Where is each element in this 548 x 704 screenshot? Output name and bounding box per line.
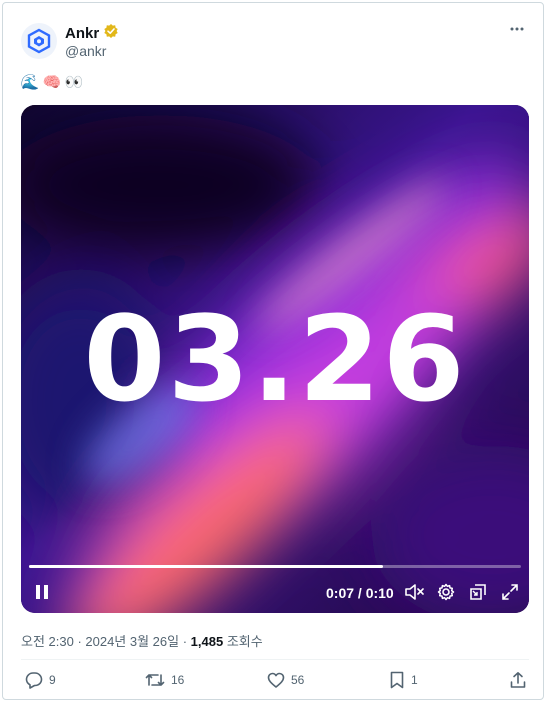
reply-count: 9 (49, 673, 56, 687)
wave-emoji: 🌊 (20, 74, 40, 91)
like-button[interactable]: 56 (267, 671, 304, 689)
picture-in-picture-icon[interactable] (467, 581, 489, 603)
pause-icon[interactable] (33, 581, 51, 603)
retweet-count: 16 (171, 673, 185, 687)
retweet-button[interactable]: 16 (145, 671, 184, 689)
bookmark-count: 1 (411, 673, 418, 687)
video-progress-fill (29, 565, 384, 568)
brain-emoji: 🧠 (42, 74, 62, 91)
reply-button[interactable]: 9 (25, 671, 56, 689)
ankr-logo-icon (27, 28, 51, 54)
more-options-icon[interactable] (509, 21, 525, 42)
author-name[interactable]: Ankr (65, 25, 99, 42)
video-controls: 0:07 / 0:10 (21, 577, 529, 607)
tweet-card: Ankr @ankr 🌊 🧠 👀 03.26 0:07 / 0:10 오전 2:… (2, 2, 544, 700)
share-button[interactable] (509, 671, 527, 689)
settings-gear-icon[interactable] (435, 581, 457, 603)
like-count: 56 (291, 673, 305, 687)
verified-badge-icon (103, 23, 119, 44)
video-player[interactable]: 03.26 0:07 / 0:10 (21, 105, 529, 613)
reply-icon (25, 672, 43, 689)
video-progress-bar[interactable] (29, 565, 521, 568)
eyes-emoji: 👀 (64, 74, 84, 91)
heart-icon (267, 672, 285, 688)
fullscreen-icon[interactable] (499, 581, 521, 603)
views-count: 1,485 (190, 634, 224, 649)
bookmark-button[interactable]: 1 (389, 671, 418, 689)
retweet-icon (145, 674, 165, 686)
tweet-text: 🌊 🧠 👀 (20, 73, 84, 91)
timestamp[interactable]: 오전 2:30 · 2024년 3월 26일 · (21, 634, 191, 649)
divider (21, 659, 529, 660)
action-bar: 9 16 56 1 (21, 671, 529, 695)
video-overlay-date: 03.26 (83, 290, 467, 428)
mute-icon[interactable] (403, 581, 425, 603)
author-handle[interactable]: @ankr (65, 43, 106, 59)
bookmark-icon (390, 671, 404, 689)
share-icon (510, 672, 526, 688)
video-time: 0:07 / 0:10 (326, 585, 394, 601)
tweet-meta: 오전 2:30 · 2024년 3월 26일 · 1,485 조회수 (21, 631, 263, 650)
avatar[interactable] (21, 23, 57, 59)
views-label: 조회수 (223, 634, 263, 649)
